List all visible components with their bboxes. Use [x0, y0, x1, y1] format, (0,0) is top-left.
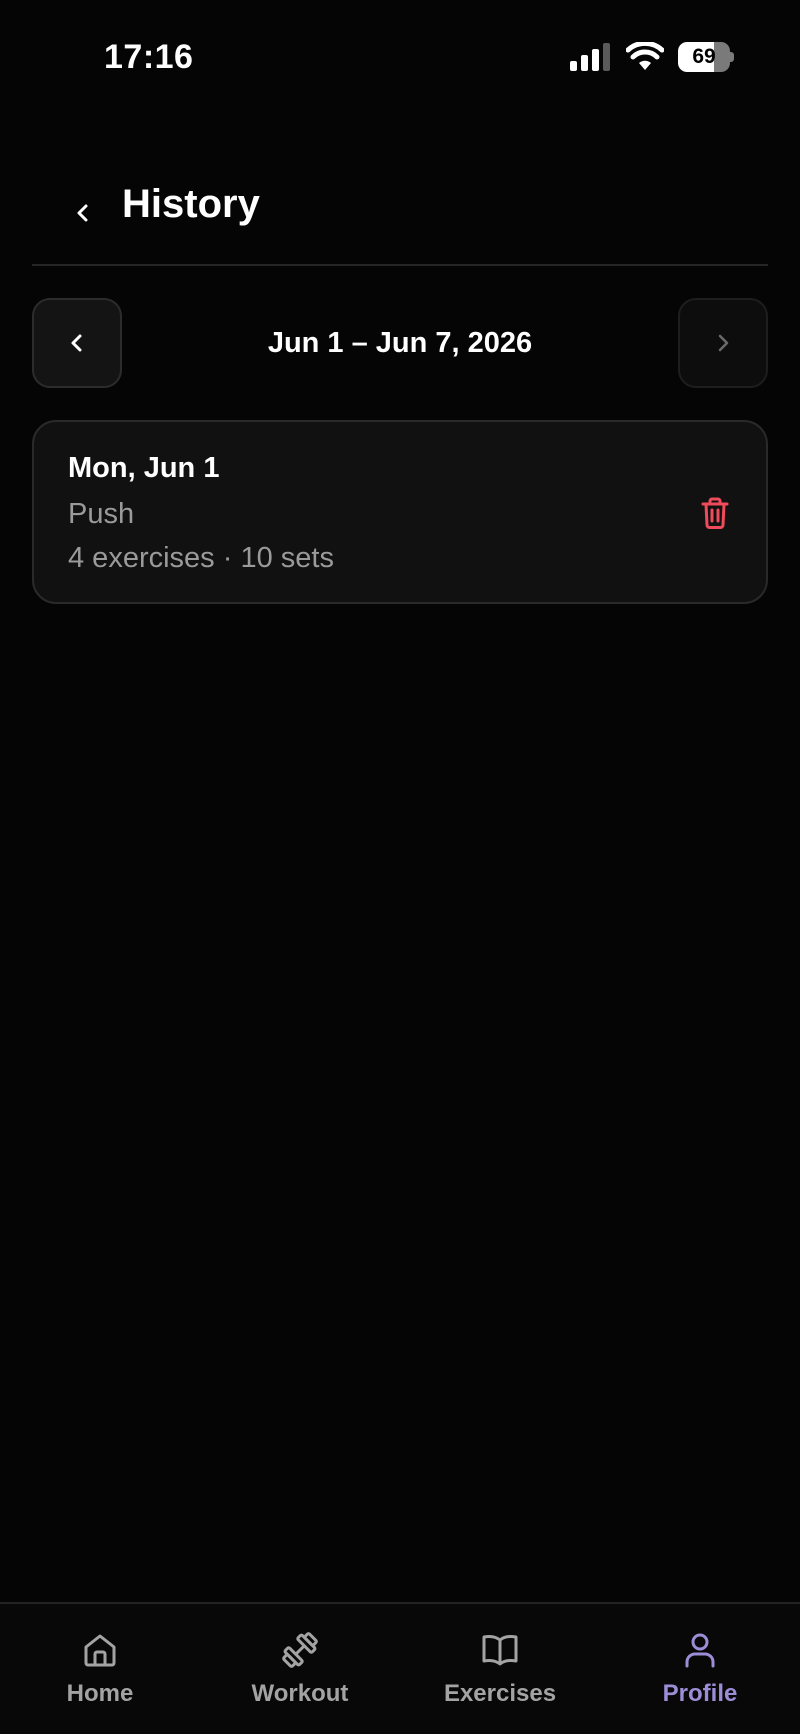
chevron-right-icon — [718, 334, 729, 352]
tab-workout-label: Workout — [251, 1680, 349, 1707]
battery-level: 69 — [692, 45, 716, 68]
workout-name: Push — [68, 498, 135, 530]
chevron-left-icon — [77, 204, 88, 222]
bottom-tab-bar: Home Workout Exercises Profile — [0, 1602, 800, 1734]
home-icon — [84, 1634, 116, 1667]
status-bar: 17:16 69 — [0, 0, 800, 120]
status-time: 17:16 — [104, 38, 194, 76]
cellular-signal-icon — [570, 43, 610, 71]
delete-workout-button[interactable] — [688, 486, 742, 540]
workout-date: Mon, Jun 1 — [68, 452, 220, 484]
tab-exercises-label: Exercises — [443, 1680, 557, 1707]
workout-summary: 4 exercises · 10 sets — [68, 542, 334, 574]
tab-home[interactable]: Home — [0, 1604, 200, 1734]
previous-week-button[interactable] — [32, 298, 122, 388]
tab-workout[interactable]: Workout — [200, 1604, 400, 1734]
back-button[interactable] — [56, 186, 110, 240]
page-header: History — [32, 160, 768, 266]
workout-history-card[interactable]: Mon, Jun 1 Push 4 exercises · 10 sets — [32, 420, 768, 604]
battery-indicator: 69 — [678, 42, 734, 72]
week-range-label: Jun 1 – Jun 7, 2026 — [267, 327, 533, 359]
tab-profile[interactable]: Profile — [600, 1604, 800, 1734]
history-screen: 17:16 69 History Jun 1 – Jun 7, 2026 Mon… — [0, 0, 800, 1734]
trash-icon — [701, 497, 729, 529]
chevron-left-icon — [71, 334, 82, 352]
status-icons: 69 — [570, 42, 734, 72]
page-title: History — [122, 182, 260, 226]
tab-profile-label: Profile — [662, 1680, 738, 1707]
book-icon — [482, 1634, 518, 1666]
wifi-icon — [626, 42, 664, 70]
dumbbell-icon — [282, 1632, 318, 1668]
tab-exercises[interactable]: Exercises — [400, 1604, 600, 1734]
next-week-button[interactable] — [678, 298, 768, 388]
user-icon — [685, 1633, 715, 1668]
tab-home-label: Home — [66, 1680, 134, 1707]
week-navigator: Jun 1 – Jun 7, 2026 — [32, 298, 768, 390]
